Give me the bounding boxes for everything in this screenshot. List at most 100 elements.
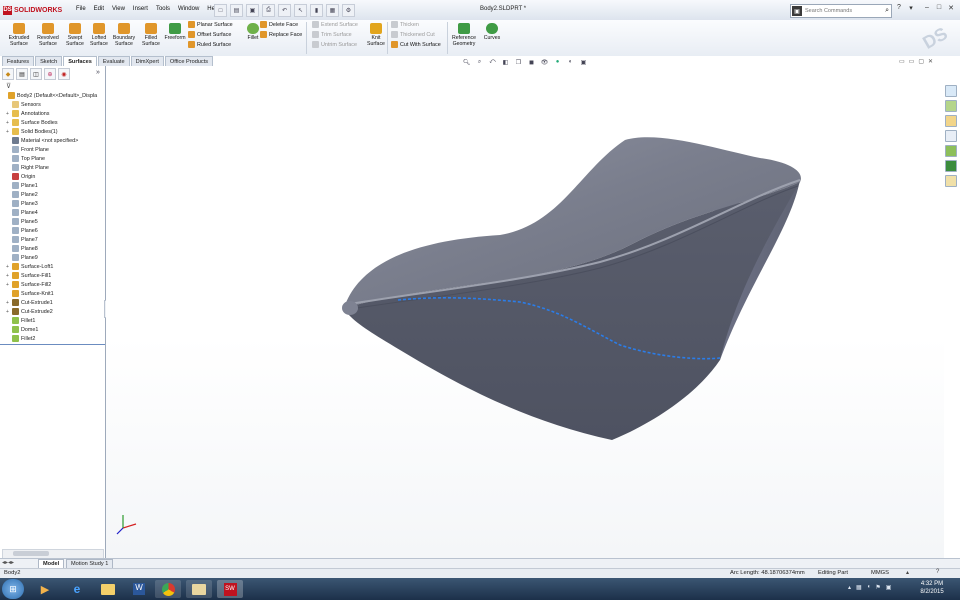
dimxpert-manager-tab-icon[interactable]: ⊕: [44, 68, 56, 80]
configuration-manager-tab-icon[interactable]: ◫: [30, 68, 42, 80]
property-manager-tab-icon[interactable]: ▤: [16, 68, 28, 80]
tree-item[interactable]: Plane3: [2, 199, 105, 208]
tree-item[interactable]: Plane9: [2, 253, 105, 262]
start-button[interactable]: ⊞: [2, 579, 24, 599]
design-library-icon[interactable]: [945, 100, 957, 112]
thicken-button[interactable]: Thicken: [391, 21, 441, 28]
tree-item[interactable]: Right Plane: [2, 163, 105, 172]
units-dropdown-icon[interactable]: ▴: [906, 569, 909, 576]
menu-file[interactable]: File: [72, 6, 90, 12]
tree-item[interactable]: + Surface-Fill1: [2, 271, 105, 280]
tab-scroll-arrows[interactable]: ◂▸◂▸: [2, 559, 14, 566]
viewport-restore-icon[interactable]: ▭: [909, 58, 915, 65]
tab-dimxpert[interactable]: DimXpert: [130, 56, 164, 66]
menu-view[interactable]: View: [108, 6, 129, 12]
menu-tools[interactable]: Tools: [152, 6, 174, 12]
thickened-cut-button[interactable]: Thickened Cut: [391, 31, 441, 38]
menu-window[interactable]: Window: [174, 6, 203, 12]
status-help-icon[interactable]: ?: [936, 569, 939, 575]
display-manager-tab-icon[interactable]: ◉: [58, 68, 70, 80]
new-document-icon[interactable]: □: [214, 4, 227, 17]
tray-volume-icon[interactable]: ◖: [867, 584, 871, 591]
ruled-surface-button[interactable]: Ruled Surface: [188, 41, 233, 48]
extruded-surface-button[interactable]: Extruded Surface: [6, 23, 32, 47]
tree-item[interactable]: + Annotations: [2, 109, 105, 118]
app-logo[interactable]: DS SOLIDWORKS: [3, 4, 62, 16]
tree-item[interactable]: Dome1: [2, 325, 105, 334]
expand-icon[interactable]: ▾: [906, 4, 916, 14]
minimize-button[interactable]: –: [922, 4, 932, 14]
file-explorer-icon[interactable]: [945, 115, 957, 127]
untrim-surface-button[interactable]: Untrim Surface: [312, 41, 358, 48]
tree-item[interactable]: Plane6: [2, 226, 105, 235]
rollback-bar[interactable]: [0, 344, 105, 345]
menu-insert[interactable]: Insert: [129, 6, 152, 12]
trim-surface-button[interactable]: Trim Surface: [312, 31, 358, 38]
tree-item[interactable]: + Surface Bodies: [2, 118, 105, 127]
viewport-maximize-icon[interactable]: ▢: [918, 58, 924, 65]
taskbar-media-player-icon[interactable]: ▶: [32, 580, 58, 598]
tree-item[interactable]: Origin: [2, 172, 105, 181]
boundary-surface-button[interactable]: Boundary Surface: [111, 23, 137, 47]
tray-app-icon[interactable]: ▣: [886, 584, 892, 591]
tree-item[interactable]: Plane5: [2, 217, 105, 226]
swept-surface-button[interactable]: Swept Surface: [62, 23, 88, 47]
taskbar-folder-icon[interactable]: [186, 580, 212, 598]
edit-appearance-icon[interactable]: ●: [553, 58, 562, 66]
tray-arrow-icon[interactable]: ▴: [848, 584, 851, 591]
help-icon[interactable]: ?: [894, 4, 904, 14]
restore-button[interactable]: □: [934, 4, 944, 14]
planar-surface-button[interactable]: Planar Surface: [188, 21, 233, 28]
cut-with-surface-button[interactable]: Cut With Surface: [391, 41, 441, 48]
save-icon[interactable]: ▣: [246, 4, 259, 17]
filled-surface-button[interactable]: Filled Surface: [138, 23, 164, 47]
tray-network-icon[interactable]: ▦: [856, 584, 862, 591]
tree-item[interactable]: Plane8: [2, 244, 105, 253]
tree-item[interactable]: Top Plane: [2, 154, 105, 163]
taskbar-word-icon[interactable]: W: [126, 580, 152, 598]
revolved-surface-button[interactable]: Revolved Surface: [35, 23, 61, 47]
menu-edit[interactable]: Edit: [90, 6, 108, 12]
tree-item[interactable]: Front Plane: [2, 145, 105, 154]
freeform-button[interactable]: Freeform: [162, 23, 188, 41]
resources-icon[interactable]: [945, 85, 957, 97]
tree-item[interactable]: Body2 (Default<<Default>_Displa: [2, 91, 105, 100]
taskbar-internet-explorer-icon[interactable]: e: [64, 580, 90, 598]
open-icon[interactable]: ▤: [230, 4, 243, 17]
taskbar-file-explorer-icon[interactable]: [95, 580, 121, 598]
tree-item[interactable]: + Cut-Extrude2: [2, 307, 105, 316]
apply-scene-icon[interactable]: ◐: [566, 58, 575, 66]
search-scope-icon[interactable]: ▣: [792, 6, 802, 16]
viewport-minimize-icon[interactable]: ▭: [899, 58, 905, 65]
options-icon[interactable]: ⚙: [342, 4, 355, 17]
model-canvas[interactable]: [106, 66, 944, 558]
tree-item[interactable]: Plane1: [2, 181, 105, 190]
zoom-to-area-icon[interactable]: ⌕: [475, 58, 484, 66]
search-icon[interactable]: ⌕: [885, 7, 889, 15]
reference-geometry-button[interactable]: Reference Geometry: [450, 23, 478, 47]
hide-show-items-icon[interactable]: 👁︎: [540, 58, 549, 66]
lofted-surface-button[interactable]: Lofted Surface: [86, 23, 112, 47]
tree-item[interactable]: Surface-Knit1: [2, 289, 105, 298]
taskbar-solidworks-icon[interactable]: SW: [217, 580, 243, 598]
file-properties-icon[interactable]: ▦: [326, 4, 339, 17]
undo-icon[interactable]: ↶: [278, 4, 291, 17]
tree-item[interactable]: Plane4: [2, 208, 105, 217]
tab-office-products[interactable]: Office Products: [164, 56, 214, 66]
tab-evaluate[interactable]: Evaluate: [97, 56, 130, 66]
tree-item[interactable]: Material <not specified>: [2, 136, 105, 145]
expand-panel-icon[interactable]: »: [96, 69, 100, 76]
tree-item[interactable]: Fillet1: [2, 316, 105, 325]
tree-item[interactable]: Fillet2: [2, 334, 105, 343]
scroll-thumb[interactable]: [13, 551, 49, 556]
custom-properties-icon[interactable]: [945, 175, 957, 187]
appearances-icon[interactable]: [945, 160, 957, 172]
tab-surfaces[interactable]: Surfaces: [63, 56, 97, 66]
select-icon[interactable]: ↖: [294, 4, 307, 17]
feature-manager-tab-icon[interactable]: ◆: [2, 68, 14, 80]
extend-surface-button[interactable]: Extend Surface: [312, 21, 358, 28]
view-palette-icon[interactable]: [945, 145, 957, 157]
curves-button[interactable]: Curves: [479, 23, 505, 41]
zoom-to-fit-icon[interactable]: 🔍︎: [462, 58, 471, 66]
tree-item[interactable]: + Surface-Fill2: [2, 280, 105, 289]
